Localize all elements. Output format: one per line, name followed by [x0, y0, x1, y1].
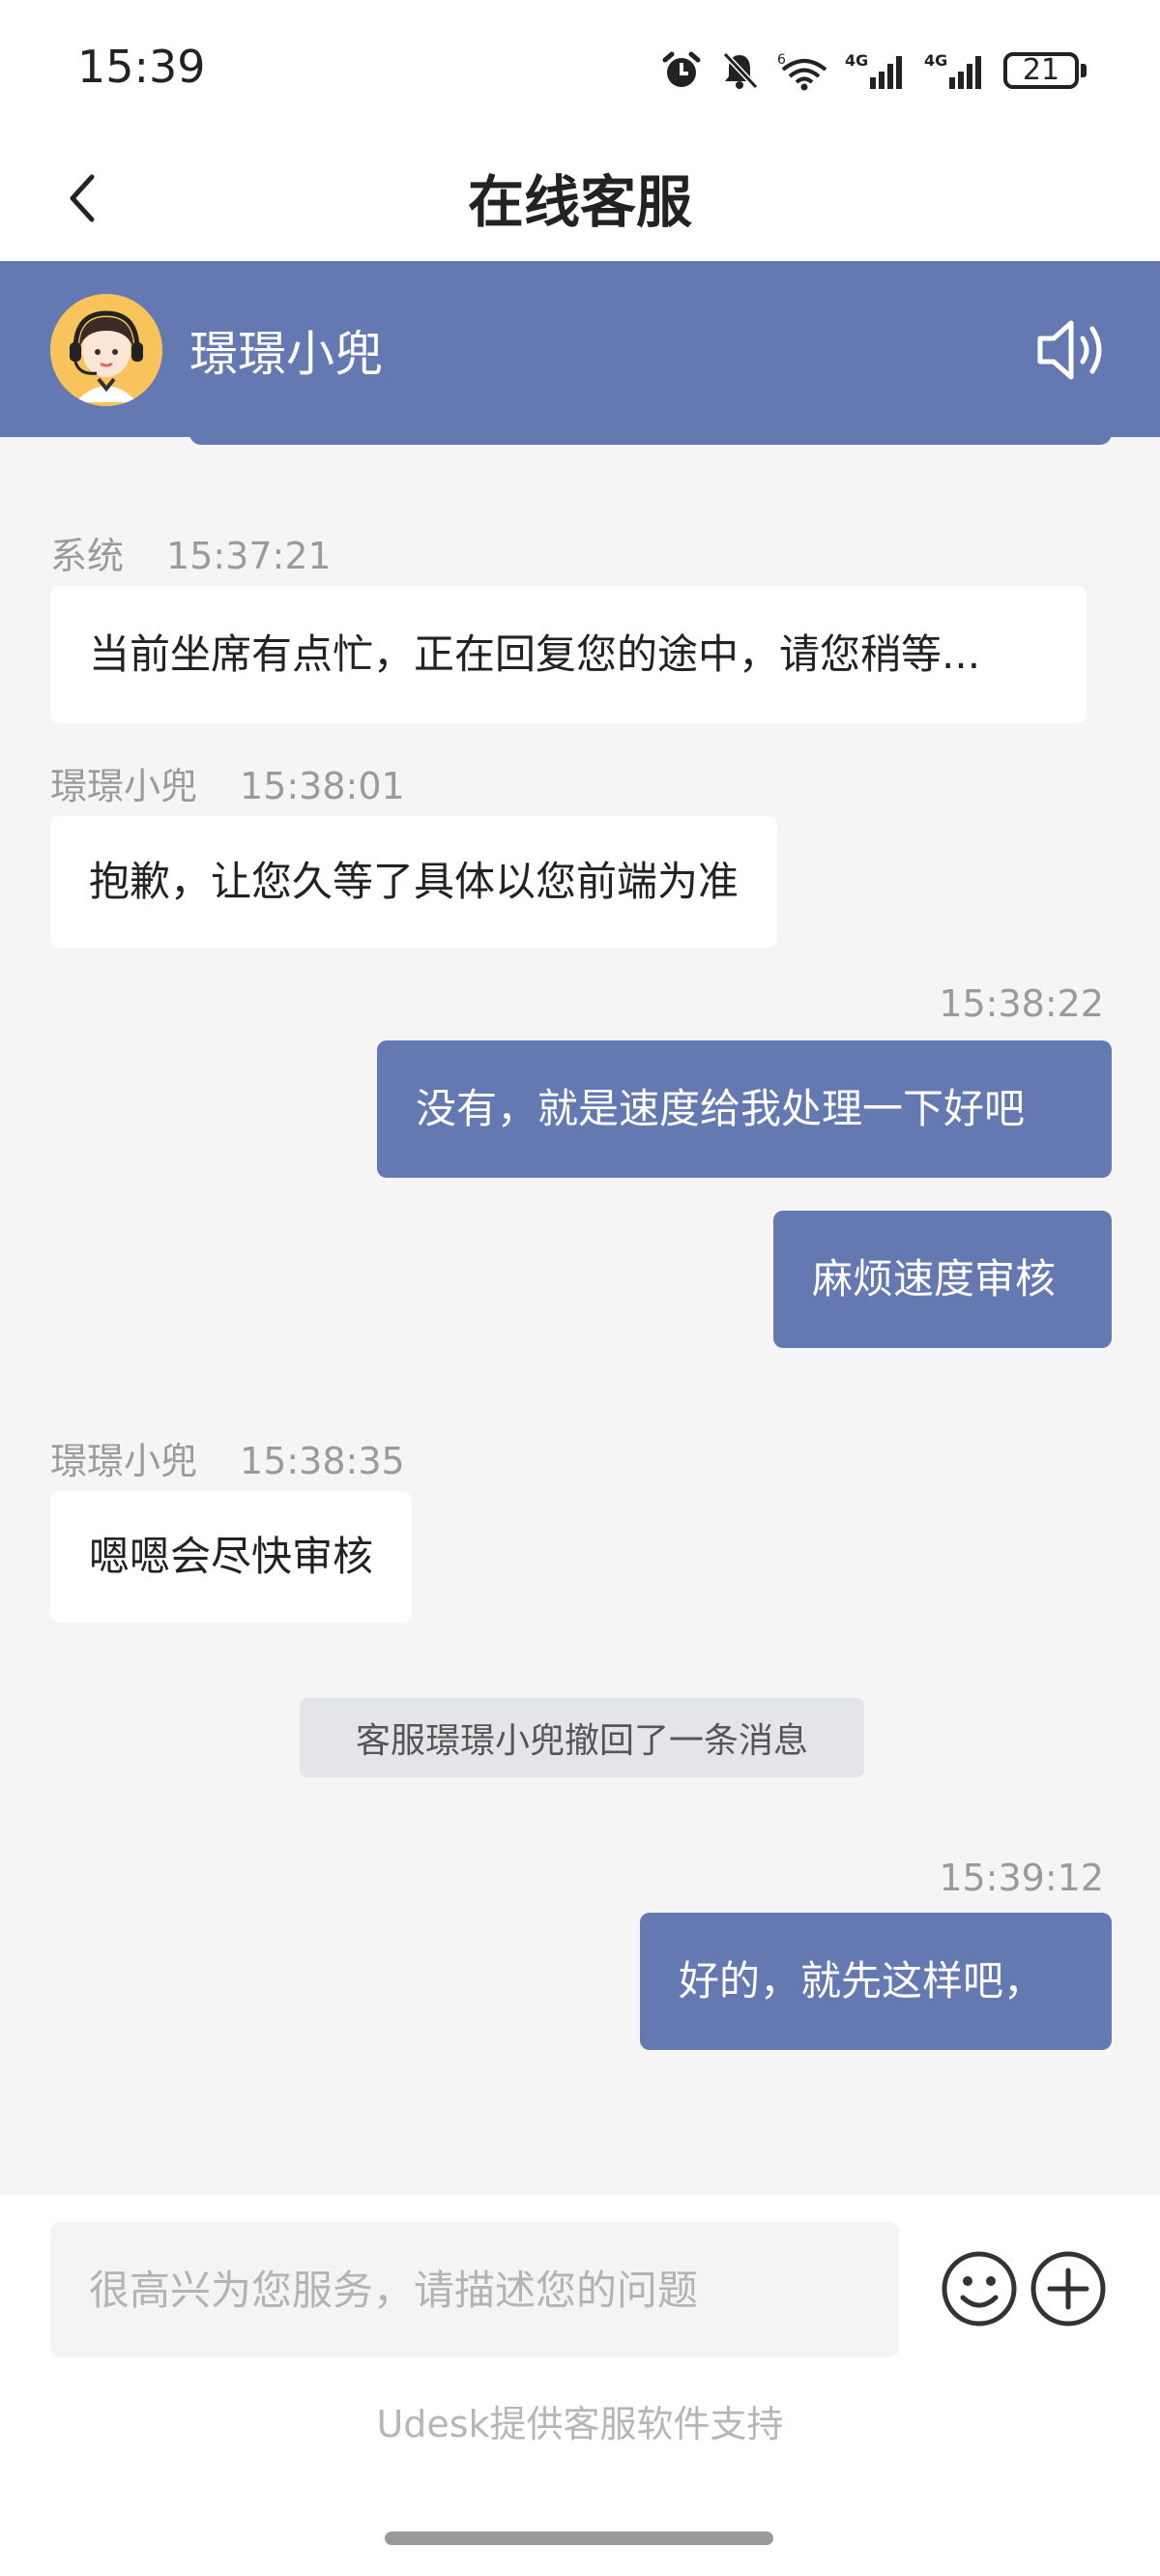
message-bubble: 没有，就是速度给我处理一下好吧	[377, 1040, 1112, 1178]
speaker-icon	[1037, 320, 1102, 380]
powered-by-text: Udesk提供客服软件支持	[376, 2403, 784, 2445]
input-bar: Udesk提供客服软件支持	[0, 2195, 1160, 2576]
message-time: 15:39:12	[939, 1857, 1104, 1899]
avatar	[50, 294, 162, 406]
bell-off-icon	[719, 50, 760, 91]
message-meta: 璟璟小兜 15:38:35	[50, 1440, 405, 1482]
signal-icon: 4G	[845, 50, 907, 91]
page-title: 在线客服	[467, 169, 692, 235]
speaker-button[interactable]	[1034, 313, 1112, 387]
header-tab	[189, 433, 1112, 445]
plus-button[interactable]	[1029, 2249, 1108, 2328]
battery-icon: 21	[1003, 52, 1087, 89]
message-bubble: 麻烦速度审核	[773, 1211, 1112, 1348]
svg-text:4G: 4G	[845, 51, 868, 70]
plus-icon	[1030, 2251, 1106, 2327]
status-time: 15:39	[77, 41, 206, 93]
status-bar: 15:39 6 4G 4G 21	[0, 0, 1160, 135]
message-meta: 璟璟小兜 15:38:01	[50, 765, 405, 807]
message-bubble: 抱歉，让您久等了具体以您前端为准	[50, 816, 777, 948]
alarm-icon	[661, 50, 702, 91]
recall-notice: 客服璟璟小兜撤回了一条消息	[300, 1698, 864, 1777]
message-time: 15:38:22	[939, 982, 1104, 1025]
battery-level: 21	[1003, 52, 1079, 89]
nav-bar: 在线客服	[0, 135, 1160, 261]
svg-text:6: 6	[777, 52, 786, 68]
message-meta: 系统 15:37:21	[50, 535, 332, 577]
home-indicator[interactable]	[385, 2532, 773, 2545]
agent-name: 璟璟小兜	[189, 326, 383, 382]
status-icons: 6 4G 4G 21	[661, 44, 1087, 97]
emoji-button[interactable]	[940, 2249, 1019, 2328]
svg-text:4G: 4G	[924, 51, 947, 70]
signal-icon: 4G	[924, 50, 986, 91]
message-input[interactable]	[50, 2222, 899, 2357]
agent-header: 璟璟小兜	[0, 261, 1160, 437]
message-bubble: 好的，就先这样吧，	[640, 1913, 1112, 2050]
message-bubble: 嗯嗯会尽快审核	[50, 1491, 412, 1623]
wifi-icon: 6	[777, 50, 827, 91]
message-bubble: 当前坐席有点忙，正在回复您的途中，请您稍等...	[50, 586, 1087, 723]
emoji-icon	[942, 2251, 1017, 2327]
